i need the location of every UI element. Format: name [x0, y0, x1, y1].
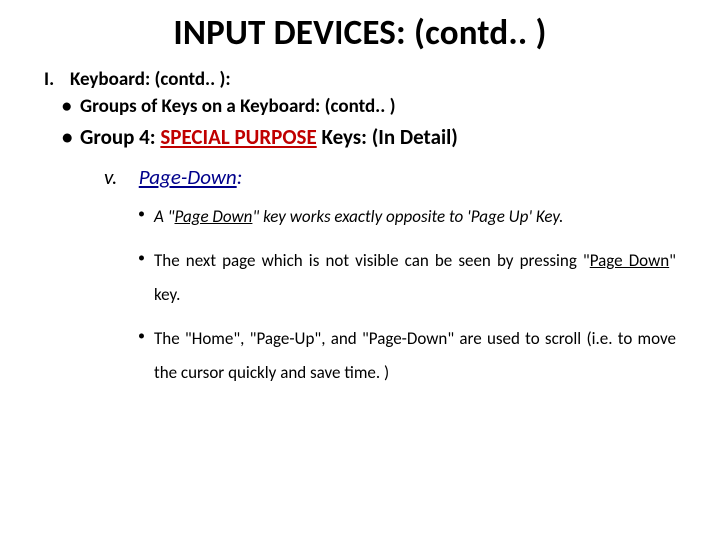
- item-pre: The next page which is not visible can b…: [154, 250, 590, 271]
- level2-text: Groups of Keys on a Keyboard: (contd.. ): [80, 95, 396, 118]
- item-underline: Page Down: [175, 206, 253, 227]
- group4-suffix: Keys: (In Detail): [317, 124, 458, 150]
- slide: INPUT DEVICES: (contd.. ) I.Keyboard: (c…: [0, 0, 720, 540]
- level1-text: Keyboard: (contd.. ):: [70, 68, 231, 91]
- group4-heading: •Group 4: SPECIAL PURPOSE Keys: (In Deta…: [62, 124, 676, 150]
- bullet-icon: •: [62, 124, 80, 150]
- sub-colon: :: [237, 164, 243, 190]
- bullet-icon: •: [62, 95, 80, 118]
- bullet-icon: •: [138, 200, 145, 228]
- item-rest: " key works exactly opposite to 'Page Up…: [252, 206, 563, 227]
- bullet-icon: •: [138, 244, 145, 272]
- group4-highlight: SPECIAL PURPOSE: [160, 124, 316, 150]
- body-list: • A "Page Down" key works exactly opposi…: [138, 200, 676, 390]
- sub-roman-numeral: v.: [104, 164, 134, 190]
- sub-heading-text: Page-Down: [139, 164, 237, 190]
- outline-level-1: I.Keyboard: (contd.. ):: [44, 68, 676, 91]
- item-pre: The "Home", "Page-Up", and "Page-Down" a…: [154, 328, 676, 383]
- item-pre: A ": [154, 206, 175, 227]
- slide-title: INPUT DEVICES: (contd.. ): [44, 12, 676, 54]
- bullet-icon: •: [138, 322, 145, 350]
- roman-numeral: I.: [44, 68, 70, 91]
- group4-prefix: Group 4:: [80, 124, 160, 150]
- list-item: • The next page which is not visible can…: [138, 244, 676, 312]
- item-underline: Page Down: [590, 250, 669, 271]
- list-item: • The "Home", "Page-Up", and "Page-Down"…: [138, 322, 676, 390]
- outline-level-2: •Groups of Keys on a Keyboard: (contd.. …: [62, 95, 676, 118]
- sub-heading: v. Page-Down:: [104, 164, 676, 190]
- list-item: • A "Page Down" key works exactly opposi…: [138, 200, 676, 234]
